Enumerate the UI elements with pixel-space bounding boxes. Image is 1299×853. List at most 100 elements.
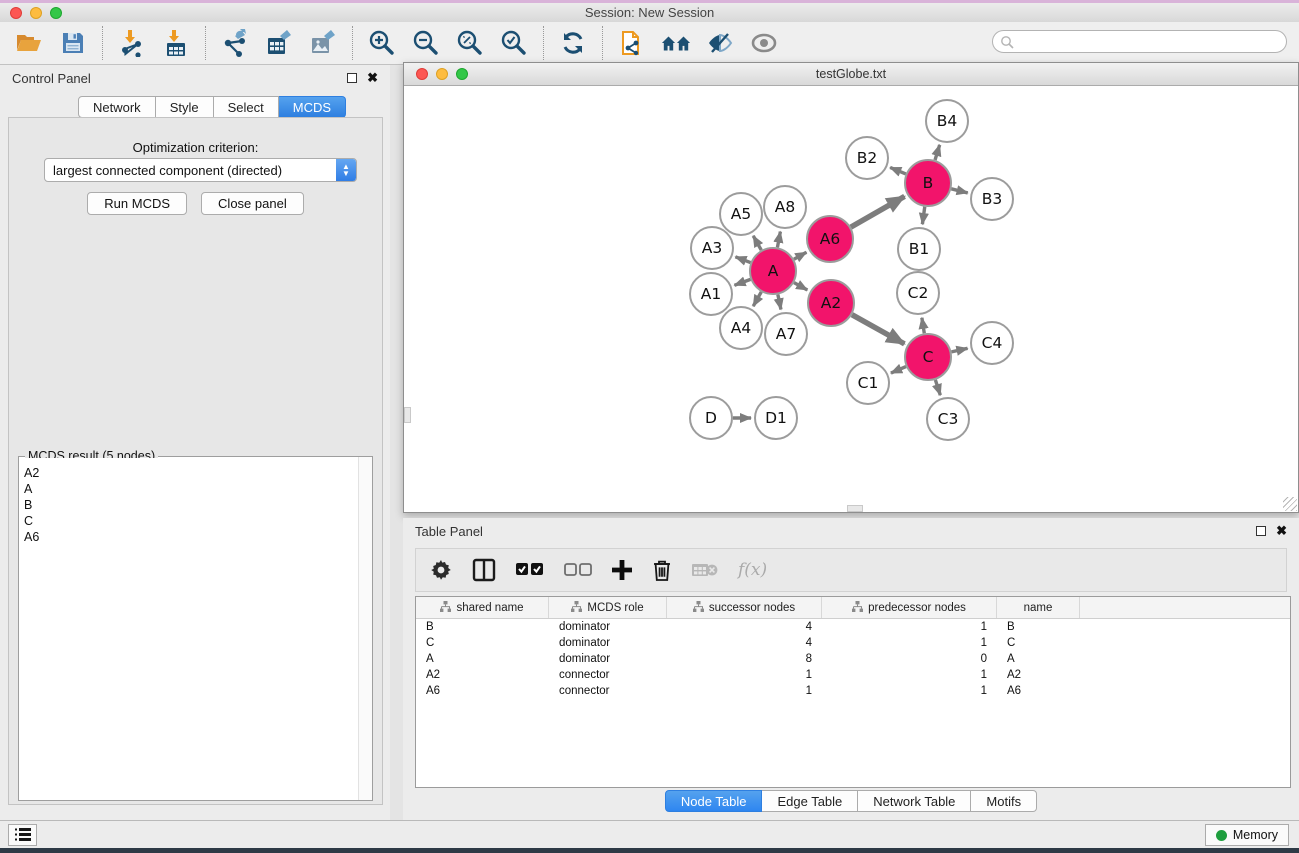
zoom-in-icon[interactable] — [367, 28, 397, 58]
cell-successor-nodes[interactable]: 1 — [667, 669, 822, 681]
graph-node-A1[interactable]: A1 — [690, 273, 732, 315]
graph-node-B[interactable]: B — [905, 160, 951, 206]
tab-node-table[interactable]: Node Table — [665, 790, 763, 812]
cell-name[interactable]: A6 — [997, 685, 1080, 697]
destroy-table-icon[interactable] — [692, 561, 718, 579]
edge-A-A3[interactable] — [735, 257, 750, 263]
result-scrollbar[interactable] — [358, 457, 372, 800]
result-item[interactable]: B — [24, 497, 354, 513]
edge-A-A7[interactable] — [778, 295, 781, 310]
table-row[interactable]: Cdominator41C — [416, 635, 1290, 651]
result-item[interactable]: C — [24, 513, 354, 529]
edge-C-C2[interactable] — [922, 318, 924, 334]
tab-select[interactable]: Select — [214, 96, 279, 118]
edge-B-B4[interactable] — [935, 145, 940, 160]
save-session-icon[interactable] — [58, 28, 88, 58]
hide-selection-icon[interactable] — [705, 28, 735, 58]
cell-shared-name[interactable]: A2 — [416, 669, 549, 681]
result-item[interactable]: A2 — [24, 465, 354, 481]
import-network-icon[interactable] — [117, 28, 147, 58]
graph-node-C[interactable]: C — [905, 334, 951, 380]
network-canvas[interactable]: B4B2BB3A5A8A6A3AB1A1C2A2A4A7C4CC1C3DD1 — [404, 87, 1298, 512]
first-neighbors-icon[interactable] — [661, 28, 691, 58]
search-input[interactable] — [1018, 35, 1268, 49]
cell-successor-nodes[interactable]: 1 — [667, 685, 822, 697]
column-header-MCDS-role[interactable]: MCDS role — [549, 597, 667, 618]
export-image-icon[interactable] — [308, 28, 338, 58]
criterion-dropdown[interactable]: largest connected component (directed) ▲… — [44, 158, 357, 182]
run-mcds-button[interactable]: Run MCDS — [87, 192, 187, 215]
float-panel-icon[interactable] — [347, 73, 357, 83]
cell-MCDS-role[interactable]: dominator — [549, 637, 667, 649]
mcds-result-list[interactable]: A2ABCA6 — [20, 458, 358, 799]
edge-C-C4[interactable] — [951, 348, 967, 352]
table-settings-icon[interactable] — [430, 559, 452, 581]
column-header-predecessor-nodes[interactable]: predecessor nodes — [822, 597, 997, 618]
tab-mcds[interactable]: MCDS — [279, 96, 346, 118]
graph-node-A5[interactable]: A5 — [720, 193, 762, 235]
cell-MCDS-role[interactable]: dominator — [549, 653, 667, 665]
edge-A2-C[interactable] — [852, 315, 904, 344]
canvas-left-handle[interactable] — [404, 407, 411, 423]
table-row[interactable]: A2connector11A2 — [416, 667, 1290, 683]
graph-node-A6[interactable]: A6 — [807, 216, 853, 262]
show-all-icon[interactable] — [749, 28, 779, 58]
graph-node-B3[interactable]: B3 — [971, 178, 1013, 220]
graph-node-D1[interactable]: D1 — [755, 397, 797, 439]
edge-A6-B[interactable] — [851, 196, 905, 227]
tab-network[interactable]: Network — [78, 96, 156, 118]
cell-name[interactable]: A — [997, 653, 1080, 665]
cell-name[interactable]: C — [997, 637, 1080, 649]
search-field[interactable] — [992, 30, 1287, 53]
column-layout-icon[interactable] — [472, 558, 496, 582]
edge-A-A2[interactable] — [794, 283, 807, 290]
graph-node-A8[interactable]: A8 — [764, 186, 806, 228]
cell-successor-nodes[interactable]: 4 — [667, 637, 822, 649]
cell-name[interactable]: A2 — [997, 669, 1080, 681]
cell-successor-nodes[interactable]: 8 — [667, 653, 822, 665]
canvas-bottom-handle[interactable] — [847, 505, 863, 512]
edge-A-A6[interactable] — [794, 252, 807, 259]
cell-predecessor-nodes[interactable]: 1 — [822, 637, 997, 649]
close-table-panel-icon[interactable]: ✖ — [1276, 526, 1287, 536]
refresh-layout-icon[interactable] — [558, 28, 588, 58]
graph-node-C1[interactable]: C1 — [847, 362, 889, 404]
cell-shared-name[interactable]: A6 — [416, 685, 549, 697]
graph-node-D[interactable]: D — [690, 397, 732, 439]
edge-C-C3[interactable] — [935, 380, 940, 395]
window-resize-grip[interactable] — [1283, 497, 1297, 511]
cell-MCDS-role[interactable]: connector — [549, 669, 667, 681]
zoom-selected-icon[interactable] — [499, 28, 529, 58]
close-panel-button[interactable]: Close panel — [201, 192, 304, 215]
function-builder-icon[interactable]: f(x) — [738, 560, 767, 580]
graph-node-A2[interactable]: A2 — [808, 280, 854, 326]
open-file-icon[interactable] — [14, 28, 44, 58]
network-graph[interactable]: B4B2BB3A5A8A6A3AB1A1C2A2A4A7C4CC1C3DD1 — [404, 87, 1298, 512]
zoom-fit-icon[interactable] — [455, 28, 485, 58]
graph-node-B2[interactable]: B2 — [846, 137, 888, 179]
export-network-icon[interactable] — [220, 28, 250, 58]
edge-A-A8[interactable] — [777, 232, 780, 248]
cell-shared-name[interactable]: A — [416, 653, 549, 665]
edge-B-B1[interactable] — [922, 207, 924, 224]
table-row[interactable]: Adominator80A — [416, 651, 1290, 667]
float-table-panel-icon[interactable] — [1256, 526, 1266, 536]
cell-MCDS-role[interactable]: dominator — [549, 621, 667, 633]
deselect-all-columns-icon[interactable] — [564, 563, 592, 577]
graph-node-B4[interactable]: B4 — [926, 100, 968, 142]
table-row[interactable]: A6connector11A6 — [416, 683, 1290, 699]
table-row[interactable]: Bdominator41B — [416, 619, 1290, 635]
cell-shared-name[interactable]: B — [416, 621, 549, 633]
graph-node-A3[interactable]: A3 — [691, 227, 733, 269]
close-panel-icon[interactable]: ✖ — [367, 73, 378, 83]
import-table-icon[interactable] — [161, 28, 191, 58]
column-header-successor-nodes[interactable]: successor nodes — [667, 597, 822, 618]
column-header-shared-name[interactable]: shared name — [416, 597, 549, 618]
tab-network-table[interactable]: Network Table — [858, 790, 971, 812]
cell-predecessor-nodes[interactable]: 0 — [822, 653, 997, 665]
add-column-icon[interactable] — [612, 560, 632, 580]
export-table-icon[interactable] — [264, 28, 294, 58]
graph-node-A4[interactable]: A4 — [720, 307, 762, 349]
node-table[interactable]: shared nameMCDS rolesuccessor nodesprede… — [415, 596, 1291, 788]
memory-button[interactable]: Memory — [1205, 824, 1289, 846]
